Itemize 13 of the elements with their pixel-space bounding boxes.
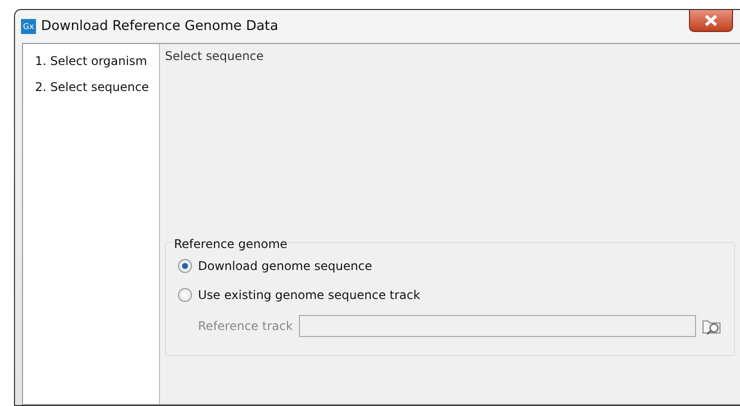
window-title: Download Reference Genome Data bbox=[41, 17, 278, 36]
step-item[interactable]: 1. Select organism bbox=[35, 52, 159, 70]
field-label: Reference track bbox=[198, 318, 293, 335]
reference-track-field[interactable] bbox=[298, 315, 696, 337]
radio-label[interactable]: Download genome sequence bbox=[198, 257, 372, 275]
panel-title: Select sequence bbox=[165, 48, 265, 65]
close-icon bbox=[704, 15, 718, 26]
close-button[interactable] bbox=[689, 10, 733, 32]
app-logo: Gx bbox=[21, 19, 36, 34]
radio-button[interactable] bbox=[178, 288, 192, 302]
radio-button[interactable] bbox=[178, 259, 192, 273]
radio-label[interactable]: Use existing genome sequence track bbox=[198, 286, 420, 304]
step-item[interactable]: 2. Select sequence bbox=[35, 78, 159, 96]
